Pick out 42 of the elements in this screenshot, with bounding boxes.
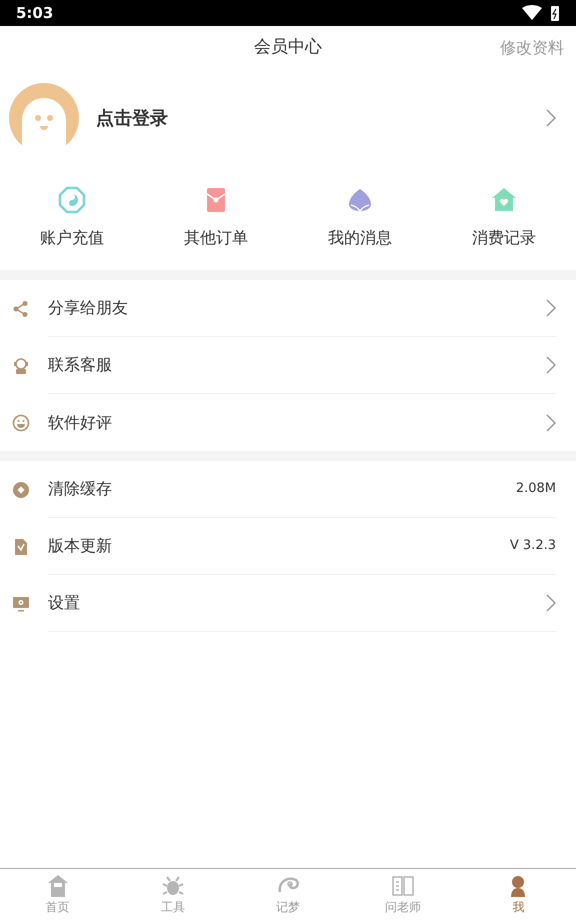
page-title: 会员中心	[254, 36, 322, 60]
quick-action[interactable]: 账户充值	[0, 182, 144, 254]
chevron-right-icon	[546, 109, 556, 127]
smiley-icon	[12, 414, 30, 432]
wifi-battery-icon	[520, 4, 560, 22]
menu-label: 联系客服	[48, 354, 112, 376]
bug-icon	[160, 874, 185, 898]
menu-row[interactable]: 清除缓存 2.08M	[0, 461, 576, 518]
diamond-coin-icon	[12, 480, 30, 498]
tab[interactable]: 我	[460, 869, 576, 920]
menu-label: 版本更新	[48, 535, 112, 557]
menu-row[interactable]: 软件好评	[0, 394, 576, 451]
chevron-right-icon	[546, 414, 556, 432]
quick-action[interactable]: 其他订单	[144, 182, 288, 254]
clock: 5:03	[16, 2, 54, 24]
menu-label: 清除缓存	[48, 478, 112, 500]
chevron-right-icon	[546, 356, 556, 374]
house-heart-icon	[490, 186, 518, 214]
house-icon	[46, 874, 70, 898]
menu-row[interactable]: 版本更新 V 3.2.3	[0, 518, 576, 575]
avatar-icon	[8, 82, 80, 154]
chevron-right-icon	[546, 594, 556, 612]
profile-row[interactable]: 点击登录	[0, 70, 576, 166]
chevron-right-icon	[546, 299, 556, 317]
quick-action[interactable]: 我的消息	[288, 182, 432, 254]
menu-row[interactable]: 分享给朋友	[0, 280, 576, 337]
menu-value: V 3.2.3	[510, 537, 556, 556]
menu-row[interactable]: 设置	[0, 575, 576, 632]
document-check-icon	[12, 538, 30, 556]
menu-value: 2.08M	[516, 480, 556, 498]
headset-person-icon	[12, 356, 30, 374]
quick-action[interactable]: 消费记录	[432, 182, 576, 254]
menu-label: 软件好评	[48, 412, 112, 434]
menu-row[interactable]: 联系客服	[0, 337, 576, 394]
yin-yang-icon	[58, 186, 86, 214]
menu-label: 设置	[48, 592, 80, 614]
share-icon	[12, 300, 30, 318]
monitor-gear-icon	[12, 594, 30, 612]
petal-icon	[346, 186, 374, 214]
login-prompt: 点击登录	[96, 106, 169, 130]
menu-label: 分享给朋友	[48, 297, 128, 319]
book-icon	[391, 874, 416, 898]
